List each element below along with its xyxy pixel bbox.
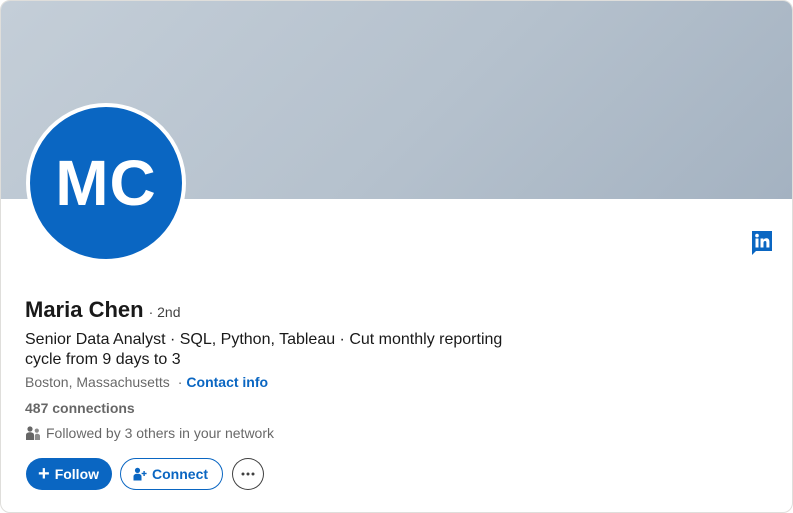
avatar[interactable]: MC	[26, 103, 186, 263]
mutual-followers-text: Followed by 3 others in your network	[46, 425, 274, 441]
connection-degree: · 2nd	[148, 304, 181, 320]
connections-count[interactable]: 487 connections	[25, 400, 135, 416]
person-add-icon	[133, 467, 147, 481]
location-separator: ·	[177, 374, 183, 390]
profile-location: Boston, Massachusetts	[25, 374, 170, 390]
plus-icon: +	[38, 463, 50, 485]
people-icon	[26, 426, 40, 440]
profile-card: MC Maria Chen · 2nd Senior Data Analyst …	[0, 0, 793, 513]
profile-actions: + Follow Connect	[26, 458, 265, 490]
connect-button[interactable]: Connect	[120, 458, 224, 490]
name-row: Maria Chen · 2nd	[25, 297, 181, 323]
mutual-followers[interactable]: Followed by 3 others in your network	[25, 425, 274, 441]
profile-name[interactable]: Maria Chen	[25, 297, 144, 323]
profile-headline: Senior Data Analyst · SQL, Python, Table…	[25, 331, 503, 368]
avatar-initials: MC	[55, 147, 157, 219]
location-row: Boston, Massachusetts · Contact info	[25, 374, 268, 390]
follow-button[interactable]: + Follow	[26, 458, 113, 490]
follow-label: Follow	[54, 466, 100, 482]
connect-label: Connect	[152, 466, 209, 482]
contact-info-link[interactable]: Contact info	[186, 374, 268, 390]
ellipsis-icon	[241, 472, 255, 476]
more-actions-button[interactable]	[232, 458, 265, 490]
linkedin-logo-icon[interactable]	[751, 230, 773, 255]
